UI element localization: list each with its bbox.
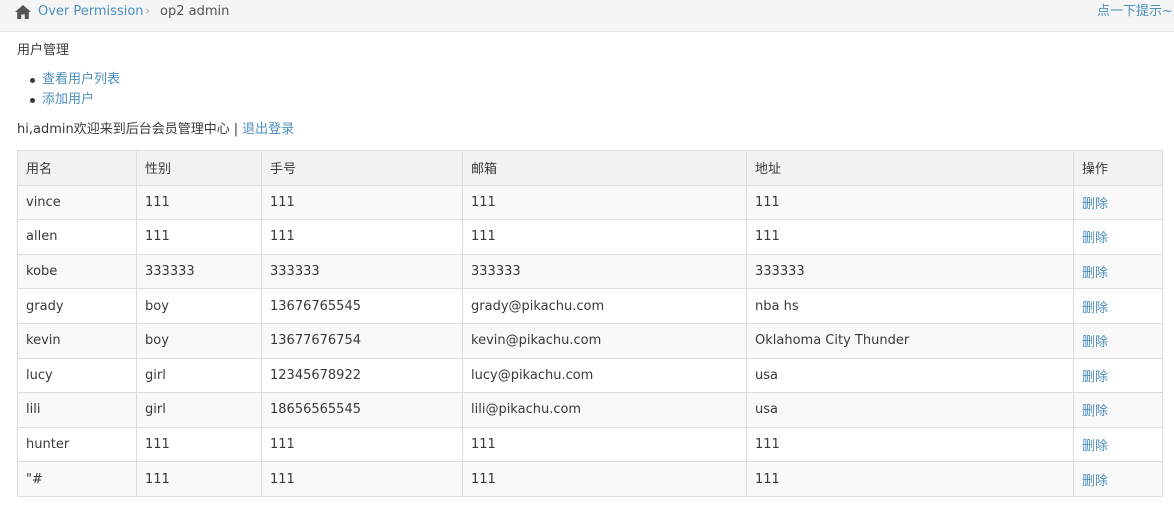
cell-phone: 111 — [261, 219, 463, 255]
breadcrumb-bar: Over Permission › op2 admin 点一下提示~ — [0, 0, 1174, 32]
welcome-line: hi,admin欢迎来到后台会员管理中心 | 退出登录 — [17, 121, 294, 139]
hint-link[interactable]: 点一下提示~ — [1097, 4, 1173, 20]
menu-item-add-user[interactable]: 添加用户 — [22, 90, 120, 110]
bullet-icon — [30, 98, 35, 103]
cell-address: 111 — [746, 219, 1074, 255]
cell-username: allen — [17, 219, 137, 255]
column-header-email: 邮箱 — [462, 150, 747, 186]
column-header-action: 操作 — [1073, 150, 1163, 186]
user-menu: 查看用户列表 添加用户 — [22, 70, 120, 110]
cell-email: kevin@pikachu.com — [462, 322, 747, 359]
table-row: lucy girl 12345678922 lucy@pikachu.com u… — [17, 357, 1163, 394]
cell-gender: boy — [136, 288, 262, 324]
cell-phone: 13676765545 — [261, 288, 463, 324]
cell-username: hunter — [17, 426, 137, 463]
column-header-phone: 手号 — [261, 150, 463, 186]
delete-link[interactable]: 删除 — [1073, 322, 1163, 359]
home-icon[interactable] — [14, 4, 32, 20]
cell-email: 111 — [462, 426, 747, 463]
column-header-address: 地址 — [746, 150, 1074, 186]
cell-email: grady@pikachu.com — [462, 288, 747, 324]
cell-email: lucy@pikachu.com — [462, 357, 747, 394]
menu-item-view-users[interactable]: 查看用户列表 — [22, 70, 120, 90]
cell-phone: 18656565545 — [261, 392, 463, 428]
cell-gender: 111 — [136, 184, 262, 221]
delete-link[interactable]: 删除 — [1073, 253, 1163, 290]
delete-link[interactable]: 删除 — [1073, 357, 1163, 394]
delete-link[interactable]: 删除 — [1073, 219, 1163, 255]
cell-address: 111 — [746, 461, 1074, 497]
cell-phone: 111 — [261, 461, 463, 497]
cell-username: kevin — [17, 322, 137, 359]
breadcrumb-parent-link[interactable]: Over Permission — [38, 4, 144, 20]
cell-gender: 333333 — [136, 253, 262, 290]
table-row: kevin boy 13677676754 kevin@pikachu.com … — [17, 322, 1163, 359]
cell-gender: girl — [136, 357, 262, 394]
cell-username: kobe — [17, 253, 137, 290]
users-table: 用名 性别 手号 邮箱 地址 操作 vince 111 111 111 111 … — [17, 150, 1163, 497]
cell-username: grady — [17, 288, 137, 324]
cell-phone: 12345678922 — [261, 357, 463, 394]
table-row: "# 111 111 111 111 删除 — [17, 461, 1163, 497]
cell-address: usa — [746, 392, 1074, 428]
delete-link[interactable]: 删除 — [1073, 426, 1163, 463]
cell-username: vince — [17, 184, 137, 221]
cell-gender: boy — [136, 322, 262, 359]
table-row: vince 111 111 111 111 删除 — [17, 184, 1163, 221]
cell-username: "# — [17, 461, 137, 497]
menu-item-label[interactable]: 查看用户列表 — [42, 72, 120, 87]
welcome-separator: | — [233, 122, 239, 137]
column-header-username: 用名 — [17, 150, 137, 186]
menu-item-label[interactable]: 添加用户 — [42, 92, 94, 107]
cell-address: Oklahoma City Thunder — [746, 322, 1074, 359]
cell-address: 111 — [746, 426, 1074, 463]
cell-email: 111 — [462, 219, 747, 255]
cell-gender: 111 — [136, 461, 262, 497]
cell-email: lili@pikachu.com — [462, 392, 747, 428]
cell-gender: 111 — [136, 219, 262, 255]
table-row: kobe 333333 333333 333333 333333 删除 — [17, 253, 1163, 290]
cell-address: 111 — [746, 184, 1074, 221]
cell-gender: 111 — [136, 426, 262, 463]
cell-email: 111 — [462, 461, 747, 497]
user-management-title: 用户管理 — [17, 43, 70, 58]
cell-gender: girl — [136, 392, 262, 428]
cell-phone: 111 — [261, 426, 463, 463]
delete-link[interactable]: 删除 — [1073, 461, 1163, 497]
welcome-text: hi,admin欢迎来到后台会员管理中心 — [17, 122, 230, 137]
logout-link[interactable]: 退出登录 — [242, 122, 294, 137]
delete-link[interactable]: 删除 — [1073, 184, 1163, 221]
breadcrumb-separator: › — [145, 4, 151, 19]
cell-username: lucy — [17, 357, 137, 394]
bullet-icon — [30, 78, 35, 83]
cell-username: lili — [17, 392, 137, 428]
cell-address: 333333 — [746, 253, 1074, 290]
cell-phone: 333333 — [261, 253, 463, 290]
table-row: allen 111 111 111 111 删除 — [17, 219, 1163, 255]
column-header-gender: 性别 — [136, 150, 262, 186]
table-row: lili girl 18656565545 lili@pikachu.com u… — [17, 392, 1163, 428]
cell-email: 111 — [462, 184, 747, 221]
table-row: hunter 111 111 111 111 删除 — [17, 426, 1163, 463]
cell-phone: 111 — [261, 184, 463, 221]
cell-address: nba hs — [746, 288, 1074, 324]
cell-phone: 13677676754 — [261, 322, 463, 359]
table-header-row: 用名 性别 手号 邮箱 地址 操作 — [17, 150, 1163, 186]
breadcrumb-current: op2 admin — [160, 4, 230, 19]
table-row: grady boy 13676765545 grady@pikachu.com … — [17, 288, 1163, 324]
cell-address: usa — [746, 357, 1074, 394]
delete-link[interactable]: 删除 — [1073, 288, 1163, 324]
delete-link[interactable]: 删除 — [1073, 392, 1163, 428]
cell-email: 333333 — [462, 253, 747, 290]
